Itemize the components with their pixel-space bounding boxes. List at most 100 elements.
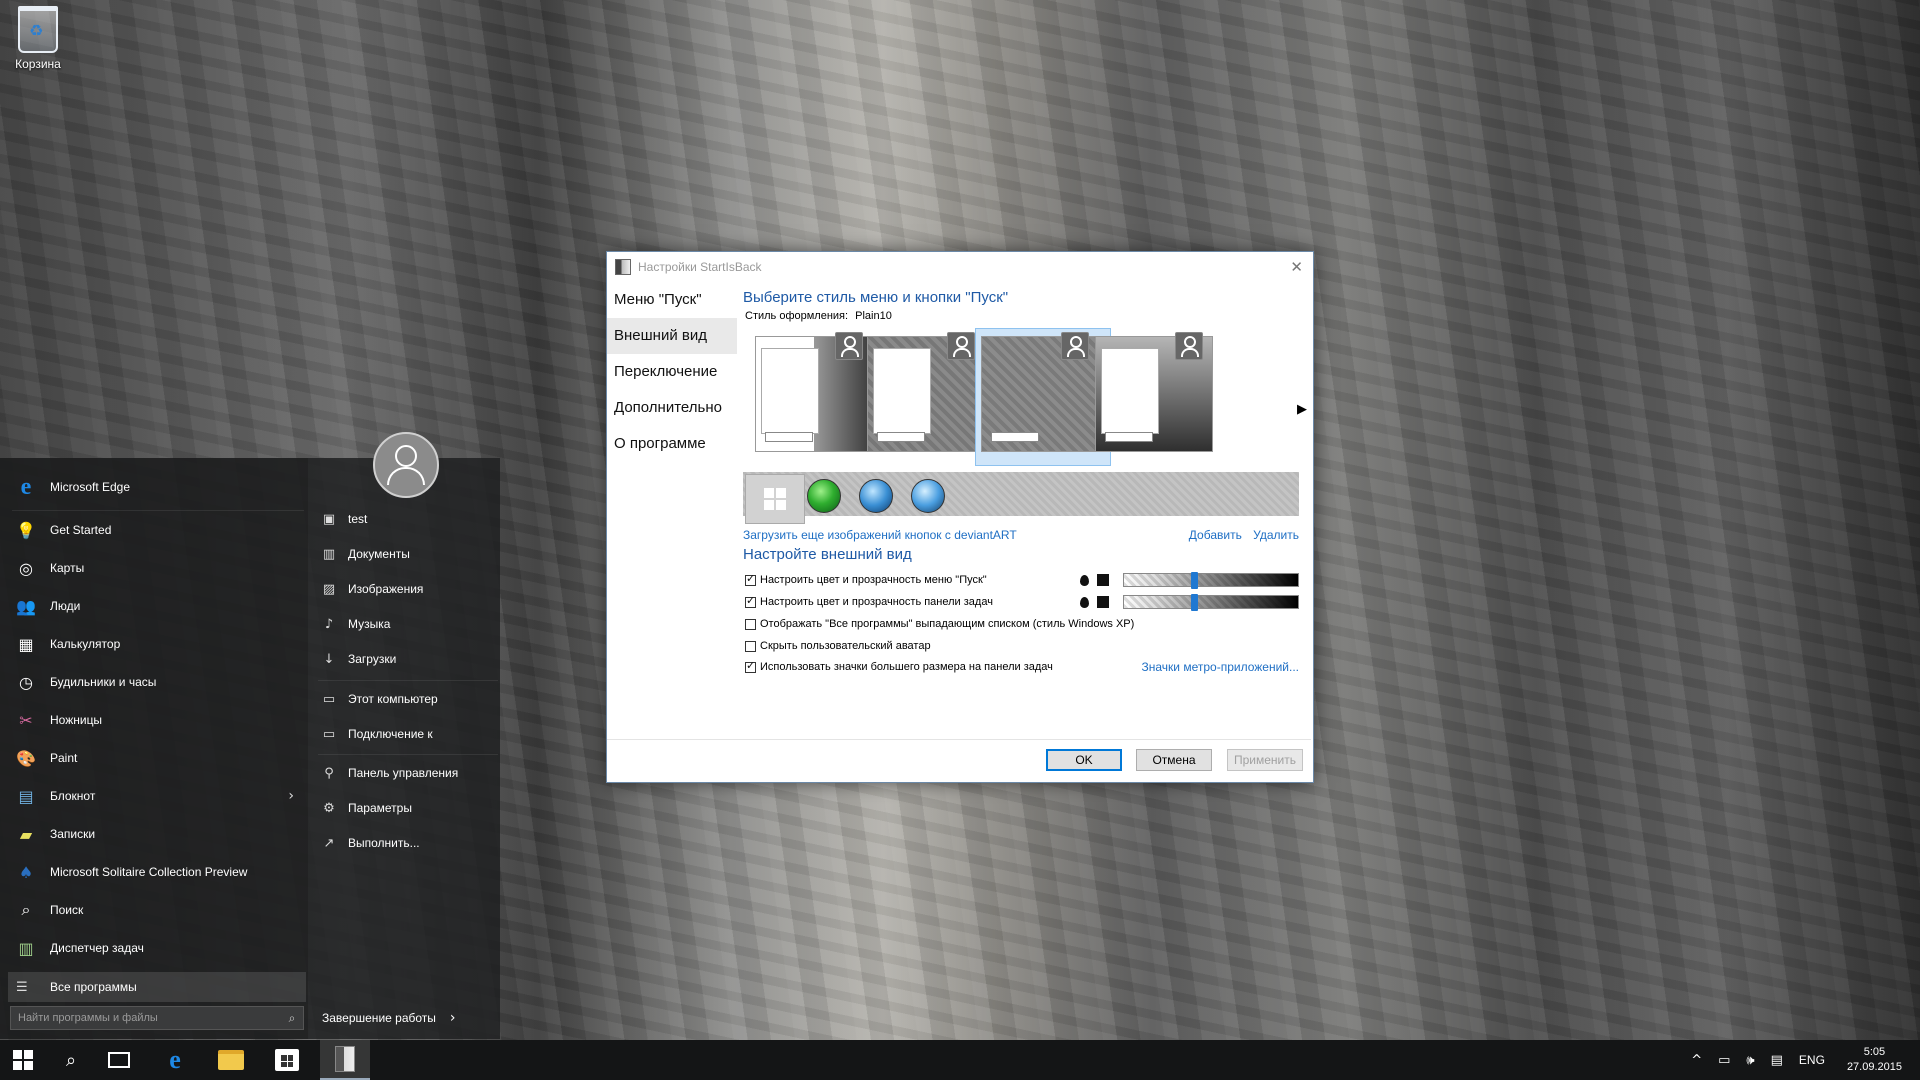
transparency-slider[interactable] — [1123, 572, 1299, 589]
chevron-right-icon[interactable]: › — [288, 788, 294, 804]
style-heading: Выберите стиль меню и кнопки "Пуск" — [743, 289, 1009, 306]
dialog-titlebar[interactable]: Настройки StartIsBack ✕ — [607, 252, 1313, 282]
start-place-item[interactable]: ↗ Выполнить... — [320, 830, 500, 856]
close-icon[interactable]: ✕ — [1290, 258, 1303, 276]
clock[interactable]: 5:05 27.09.2015 — [1847, 1045, 1902, 1075]
start-app-item[interactable]: 👥 Люди — [12, 589, 304, 623]
start-place-label: Панель управления — [348, 766, 459, 780]
transparency-icon[interactable] — [1080, 574, 1089, 586]
option-row: Использовать значки большего размера на … — [745, 657, 1299, 677]
user-icon — [947, 332, 975, 360]
start-app-item[interactable]: ⌕ Поиск — [12, 893, 304, 927]
start-app-item[interactable]: e Microsoft Edge — [12, 470, 304, 504]
style-value: Plain10 — [855, 310, 892, 322]
color-picker-icon[interactable] — [1097, 596, 1109, 608]
start-app-item[interactable]: ▦ Калькулятор — [12, 627, 304, 661]
store-icon[interactable] — [264, 1040, 310, 1080]
start-app-item[interactable]: ▰ Записки — [12, 817, 304, 851]
style-thumbnail[interactable] — [755, 332, 873, 452]
transparency-icon[interactable] — [1080, 596, 1089, 608]
startisback-settings-taskbar-button[interactable] — [320, 1040, 370, 1080]
network-icon[interactable]: ▭ — [1718, 1053, 1730, 1068]
search-taskbar-icon[interactable]: ⌕ — [48, 1040, 94, 1080]
user-icon — [1061, 332, 1089, 360]
edge-icon[interactable]: e — [152, 1040, 198, 1080]
paint-icon: 🎨 — [16, 748, 36, 768]
start-place-item[interactable]: ▭ Подключение к — [320, 721, 500, 747]
checkbox[interactable] — [745, 594, 756, 608]
task-view-icon[interactable] — [96, 1040, 142, 1080]
ok-button[interactable]: OK — [1046, 749, 1122, 771]
dialog-separator — [607, 739, 1311, 740]
start-button-option-green-orb[interactable] — [807, 479, 841, 513]
nav-item[interactable]: Дополнительно — [607, 390, 737, 426]
start-search-input[interactable] — [11, 1011, 281, 1025]
run-icon: ↗ — [323, 835, 335, 851]
delete-link[interactable]: Удалить — [1253, 528, 1299, 542]
start-place-item[interactable]: ▭ Этот компьютер — [320, 686, 500, 712]
start-app-item[interactable]: ◷ Будильники и часы — [12, 665, 304, 699]
option-label: Скрыть пользовательский аватар — [760, 640, 931, 652]
start-app-label: Диспетчер задач — [50, 941, 144, 955]
option-label: Использовать значки большего размера на … — [760, 661, 1053, 673]
transparency-slider[interactable] — [1123, 594, 1299, 611]
chevron-right-icon[interactable]: › — [450, 1010, 456, 1026]
style-thumbnails — [743, 326, 1305, 466]
all-programs-button[interactable]: ☰ Все программы — [8, 972, 306, 1002]
style-thumbnail[interactable] — [975, 328, 1111, 466]
scissors-icon: ✂ — [19, 710, 33, 730]
start-button-option-windows[interactable] — [745, 474, 805, 524]
start-place-item[interactable]: ▨ Изображения — [320, 576, 500, 602]
chevron-up-icon[interactable]: ^ — [1691, 1053, 1702, 1068]
start-place-item[interactable]: ⚙ Параметры — [320, 795, 500, 821]
add-link[interactable]: Добавить — [1189, 528, 1242, 542]
start-button-option-win7-orb[interactable] — [859, 479, 893, 513]
scroll-right-icon[interactable]: ▶ — [1297, 402, 1307, 417]
apply-button[interactable]: Применить — [1227, 749, 1303, 771]
color-picker-icon[interactable] — [1097, 574, 1109, 586]
downloads-icon: ↓ — [323, 651, 335, 667]
start-app-item[interactable]: ◎ Карты — [12, 551, 304, 585]
volume-icon[interactable]: 🕪 — [1746, 1053, 1754, 1068]
start-search-box[interactable]: ⌕ — [10, 1006, 304, 1030]
cancel-button[interactable]: Отмена — [1136, 749, 1212, 771]
start-app-item[interactable]: ▥ Диспетчер задач — [12, 931, 304, 965]
start-app-item[interactable]: ✂ Ножницы — [12, 703, 304, 737]
file-explorer-icon[interactable] — [208, 1040, 254, 1080]
language-indicator[interactable]: ENG — [1799, 1053, 1825, 1067]
start-button[interactable] — [0, 1040, 46, 1080]
start-app-item[interactable]: ▤ Блокнот › — [12, 779, 304, 813]
recycle-bin[interactable]: ♻ Корзина — [8, 6, 68, 71]
nav-item[interactable]: Меню "Пуск" — [607, 282, 737, 318]
shutdown-button[interactable]: Завершение работы › — [322, 1007, 456, 1029]
computer-icon: ▭ — [322, 691, 336, 707]
nav-item[interactable]: Внешний вид — [607, 318, 737, 354]
nav-item[interactable]: О программе — [607, 426, 737, 462]
checkbox[interactable] — [745, 640, 756, 652]
start-place-item[interactable]: ▣ test — [320, 506, 500, 532]
metro-icons-link[interactable]: Значки метро-приложений... — [1142, 660, 1299, 674]
search-icon[interactable]: ⌕ — [281, 1011, 303, 1026]
start-place-item[interactable]: ↓ Загрузки — [320, 646, 500, 672]
slider-thumb[interactable] — [1191, 594, 1199, 611]
start-app-item[interactable]: 💡 Get Started — [12, 513, 304, 547]
edge-icon: e — [20, 473, 32, 500]
checkbox[interactable] — [745, 572, 756, 586]
checkbox[interactable] — [745, 659, 756, 673]
start-place-item[interactable]: ♪ Музыка — [320, 611, 500, 637]
start-button-option-vista-orb[interactable] — [911, 479, 945, 513]
slider-thumb[interactable] — [1191, 572, 1199, 589]
style-thumbnail[interactable] — [867, 332, 985, 452]
start-place-item[interactable]: ▥ Документы — [320, 541, 500, 567]
checkbox[interactable] — [745, 618, 756, 630]
start-app-item[interactable]: 🎨 Paint — [12, 741, 304, 775]
start-place-item[interactable]: ⚲ Панель управления — [320, 760, 500, 786]
start-app-item[interactable]: ♠ Microsoft Solitaire Collection Preview — [12, 855, 304, 889]
nav-item[interactable]: Переключение — [607, 354, 737, 390]
task-manager-icon: ▥ — [18, 938, 34, 958]
user-avatar[interactable] — [373, 432, 439, 498]
action-center-icon[interactable]: ▤ — [1771, 1053, 1783, 1068]
style-thumbnail[interactable] — [1095, 332, 1213, 452]
option-label: Настроить цвет и прозрачность меню "Пуск… — [760, 574, 987, 586]
load-more-link[interactable]: Загрузить еще изображений кнопок с devia… — [743, 528, 1017, 542]
